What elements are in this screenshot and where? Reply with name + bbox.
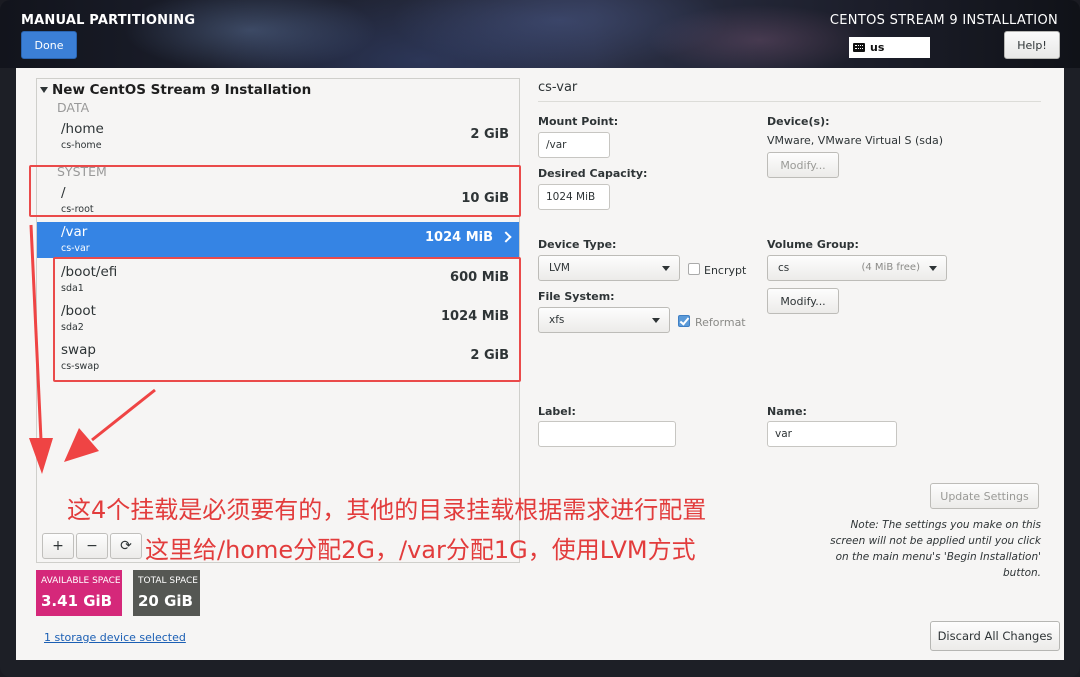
installer-window: MANUAL PARTITIONING Done CENTOS STREAM 9… [0, 0, 1080, 677]
annotation-arrow-line-2 [91, 388, 156, 442]
annotation-arrowhead-2 [64, 428, 99, 462]
annotation-text-line2: 这里给/home分配2G，/var分配1G，使用LVM方式 [145, 536, 696, 564]
annotation-arrowhead-1 [29, 438, 53, 474]
annotation-arrows [29, 224, 156, 474]
annotation-arrow-line-1 [29, 224, 43, 441]
annotation-text-line1: 这4个挂载是必须要有的，其他的目录挂载根据需求进行配置 [67, 496, 707, 524]
